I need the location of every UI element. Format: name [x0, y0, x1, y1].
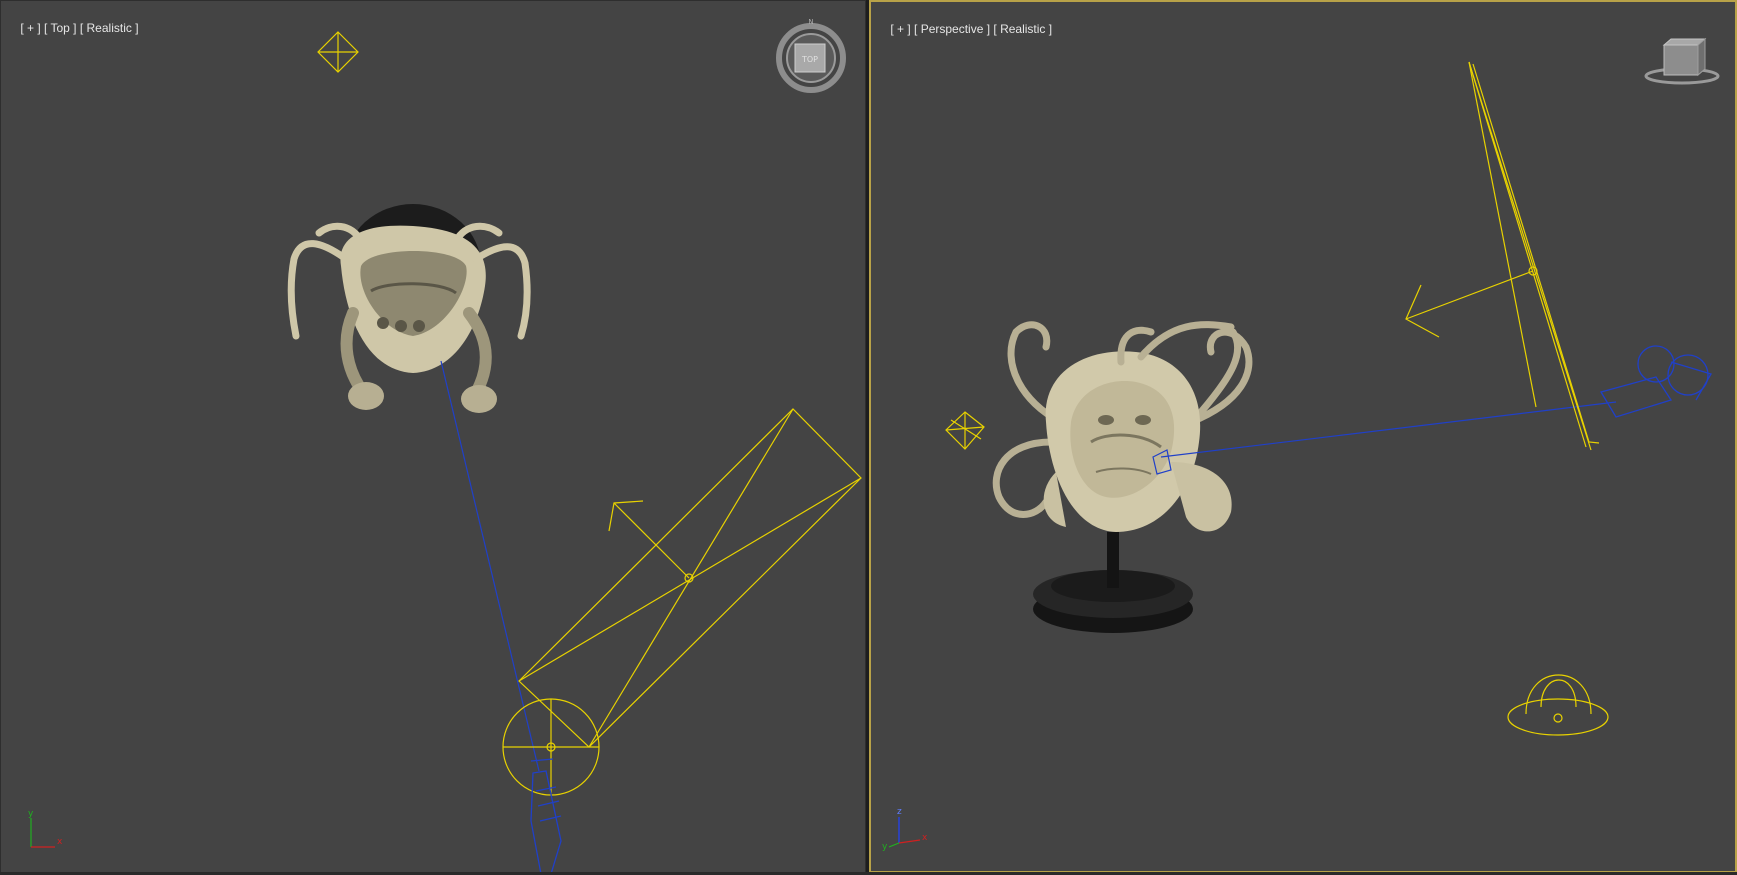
axis-tripod: z x y	[882, 807, 928, 852]
axis-x-label: x	[57, 837, 63, 847]
spot-light-gizmo[interactable]	[502, 698, 600, 796]
axis-tripod: y x	[28, 809, 63, 848]
pedestal[interactable]	[1033, 532, 1193, 633]
perspective-scene: z x y	[882, 37, 1720, 852]
axis-z-label: z	[897, 807, 902, 817]
viewport-top[interactable]: [ + ] [ Top ] [ Realistic ] TOP N y x	[0, 0, 866, 873]
camera-gizmo[interactable]	[530, 758, 562, 873]
direct-light-gizmo[interactable]	[1405, 61, 1600, 451]
direct-light-gizmo[interactable]	[518, 408, 862, 748]
viewcube[interactable]: TOP N	[776, 18, 846, 93]
creature-model-top[interactable]	[287, 204, 531, 413]
axis-y-label: y	[882, 842, 888, 852]
axis-x-label: x	[922, 833, 928, 843]
camera-gizmo[interactable]	[1600, 345, 1712, 418]
skylight-gizmo[interactable]	[1507, 674, 1609, 736]
target-link-line	[440, 360, 540, 772]
omni-light-gizmo[interactable]	[317, 31, 359, 73]
target-link-line	[1160, 401, 1617, 458]
viewport-perspective[interactable]: [ + ] [ Perspective ] [ Realistic ] z x …	[869, 0, 1737, 873]
axis-y-label: y	[28, 809, 34, 819]
omni-light-gizmo[interactable]	[945, 411, 985, 450]
viewcube-face-label: TOP	[801, 55, 818, 64]
viewcube[interactable]	[1644, 37, 1720, 85]
top-view-scene: TOP N y x	[28, 18, 862, 873]
creature-model-perspective[interactable]	[992, 321, 1253, 532]
svg-text:N: N	[808, 18, 813, 26]
